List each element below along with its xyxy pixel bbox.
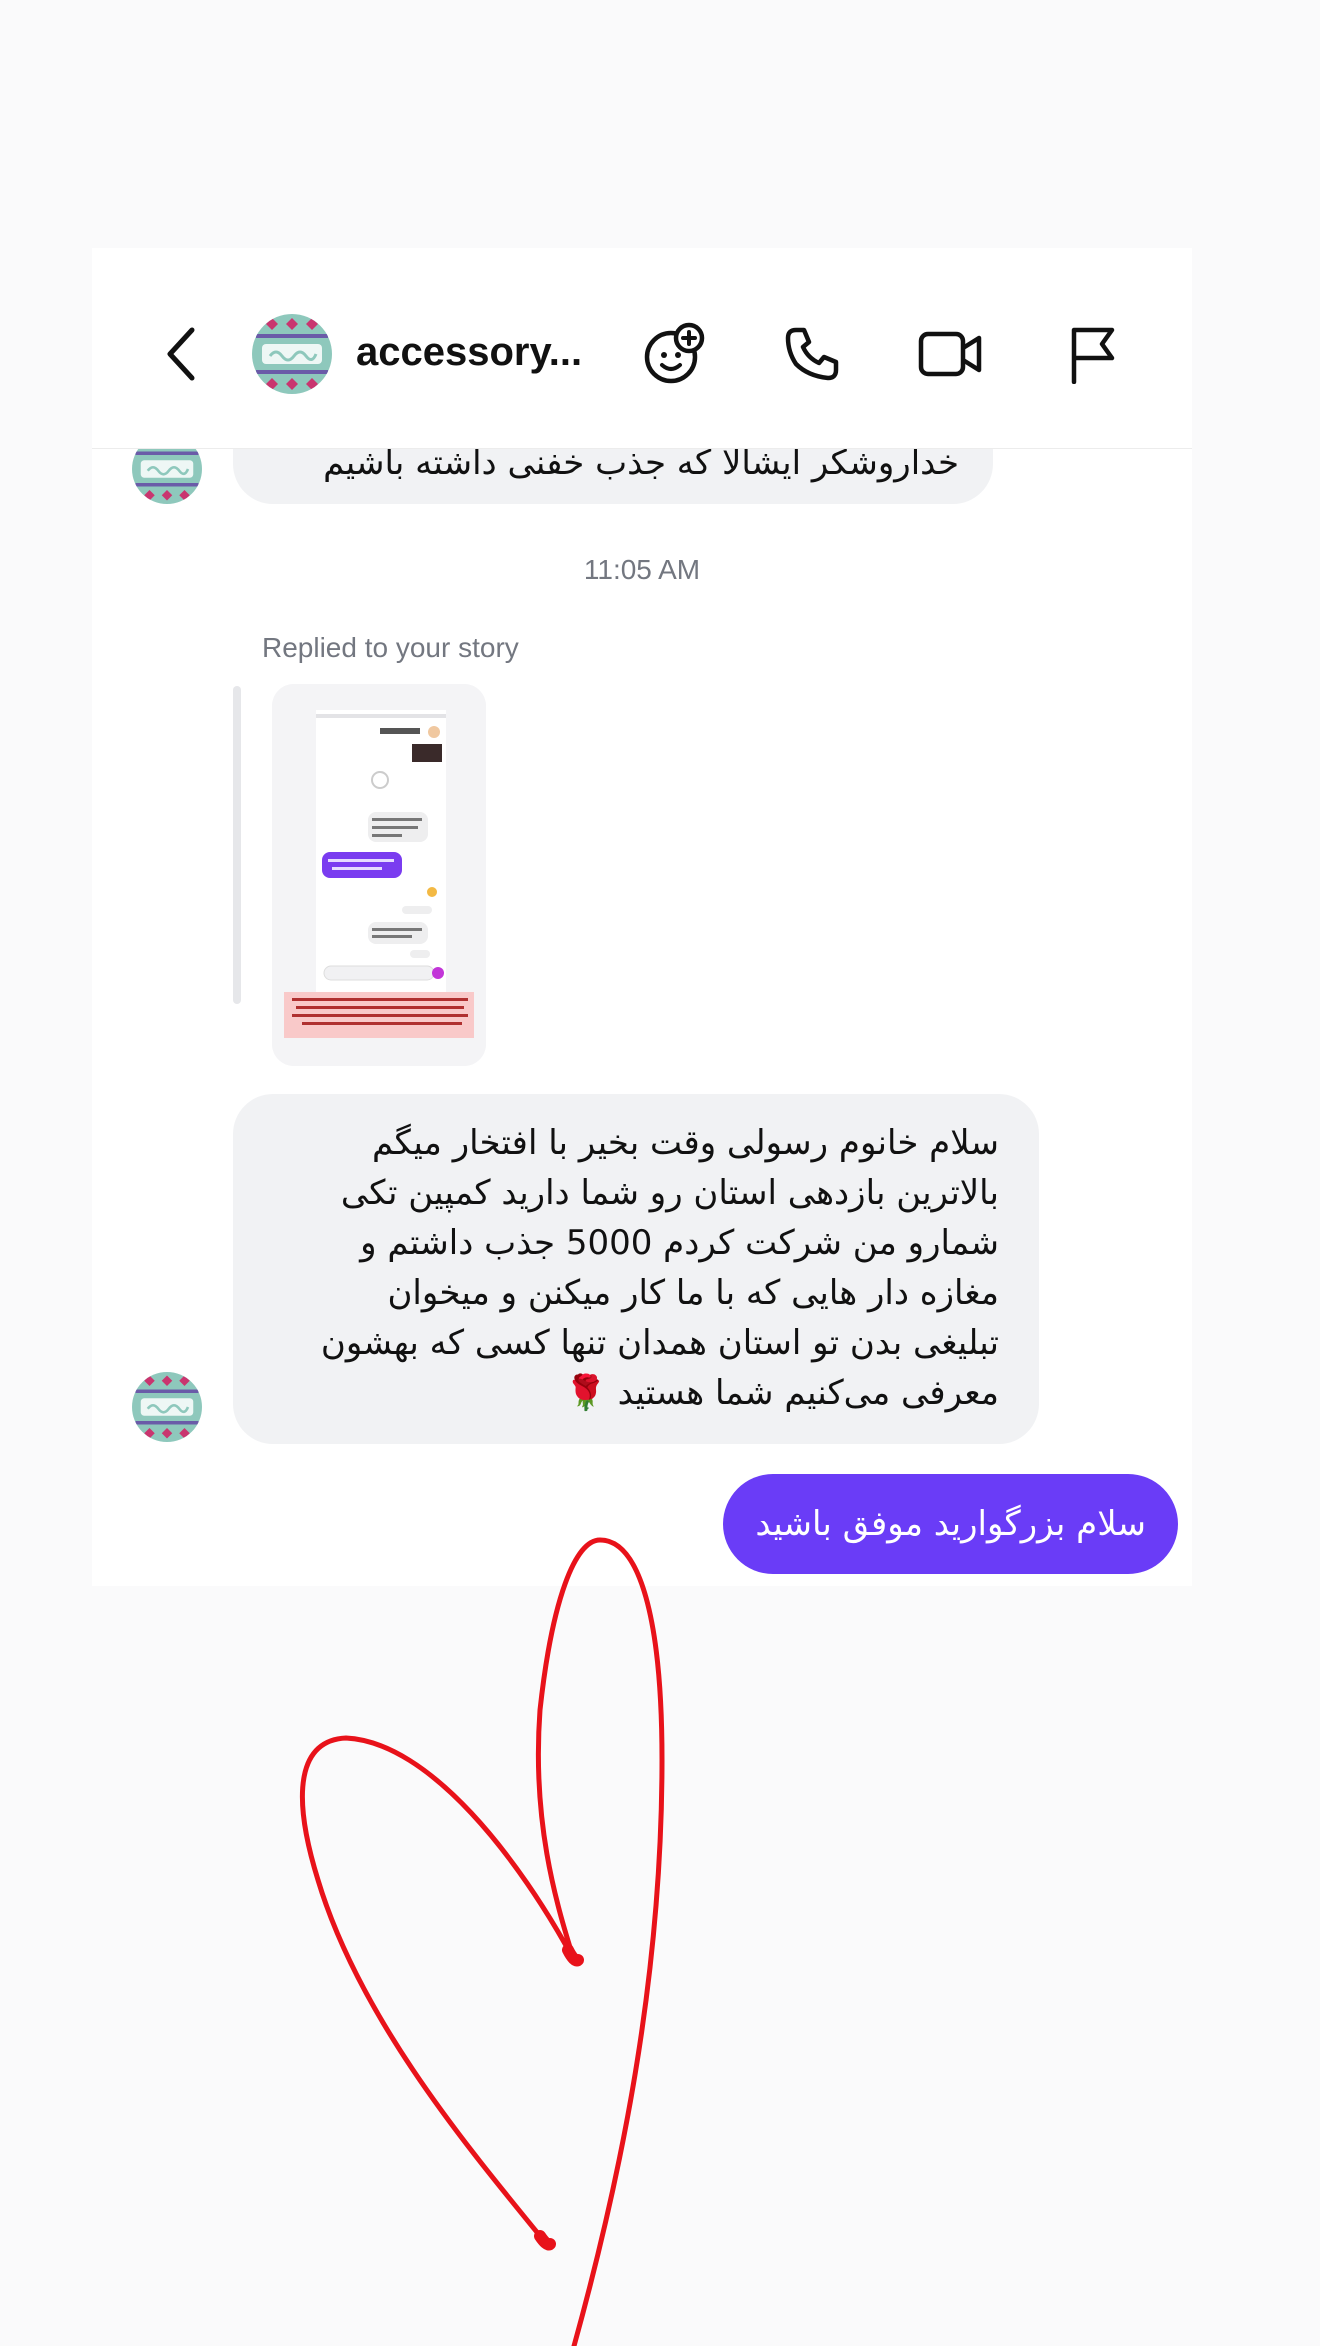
message-line: تبلیغی بدن تو استان همدان تنها کسی که به…: [320, 1323, 999, 1363]
contact-avatar[interactable]: [252, 314, 332, 394]
audio-call-button[interactable]: [780, 322, 844, 386]
effects-button[interactable]: [640, 322, 706, 388]
phone-icon: [785, 327, 839, 381]
outgoing-message-bubble[interactable]: سلام بزرگوارید موفق باشید: [723, 1474, 1178, 1574]
video-call-button[interactable]: [916, 322, 984, 386]
message-line: معرفی می‌کنیم شما هستید 🌹: [564, 1373, 999, 1413]
sticker-plus-icon: [644, 322, 705, 384]
video-camera-icon: [918, 331, 982, 377]
message-line: سلام خانوم رسولی وقت بخیر با افتخار میگم: [372, 1123, 999, 1163]
message-line: شمارو من شرکت کردم 5000 جذب داشتم و: [360, 1223, 999, 1263]
chat-window: accessory... خداروشکر ایشالا که جذب خفنی…: [92, 248, 1192, 1586]
chat-header: accessory...: [92, 248, 1192, 449]
message-timestamp: 11:05 AM: [583, 554, 701, 585]
flag-icon: [1071, 327, 1115, 384]
story-thumbnail[interactable]: [272, 684, 486, 1066]
report-button[interactable]: [1062, 322, 1122, 386]
incoming-message-bubble[interactable]: سلام خانوم رسولی وقت بخیر با افتخار میگم…: [233, 1094, 1039, 1444]
reply-indicator-bar: [233, 686, 241, 1004]
story-preview-image: [272, 684, 486, 1066]
back-button[interactable]: [152, 324, 212, 384]
replied-to-story-label: Replied to your story: [262, 632, 519, 663]
message-line: بالاترین بازدهی استان رو شما دارید کمپین…: [340, 1173, 999, 1213]
message-line: مغازه دار هایی که با ما کار میکنن و میخو…: [387, 1273, 999, 1313]
avatar-logo: [252, 314, 332, 394]
sender-avatar[interactable]: [132, 1372, 202, 1442]
contact-name[interactable]: accessory...: [356, 330, 582, 375]
screenshot-page: accessory... خداروشکر ایشالا که جذب خفنی…: [0, 0, 1320, 2346]
chevron-left-icon: [167, 327, 195, 381]
